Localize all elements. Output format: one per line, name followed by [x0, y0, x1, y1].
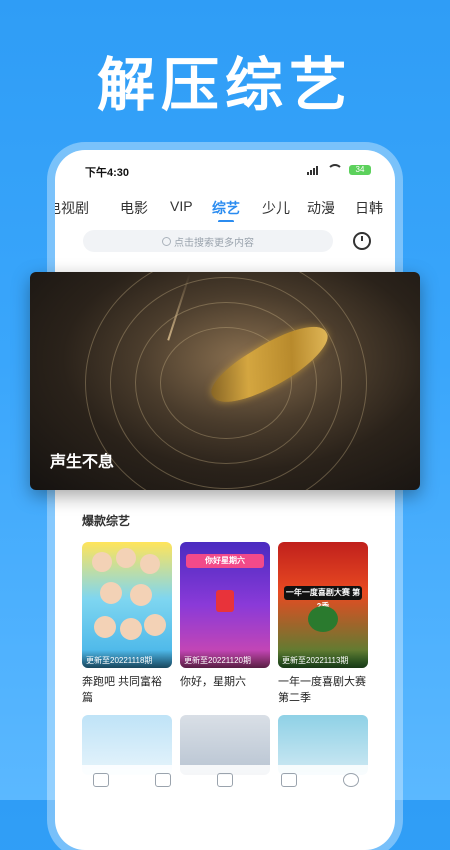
- status-time: 下午4:30: [85, 167, 130, 179]
- active-tab-indicator: [218, 220, 234, 222]
- wifi-icon: [327, 164, 343, 175]
- battery-icon: 34: [349, 164, 371, 175]
- bottom-nav: [55, 765, 395, 805]
- poster-image: 你好星期六 更新至20221120期: [180, 542, 270, 668]
- hero-banner[interactable]: 声生不息: [30, 272, 420, 490]
- poster-image: 一年一度喜剧大赛 第2季 更新至20221113期: [278, 542, 368, 668]
- tab-jk[interactable]: 日韩: [355, 198, 383, 218]
- card-title: 一年一度喜剧大赛 第二季: [278, 676, 366, 704]
- category-tabs: 电视剧 电影 VIP 综艺 少儿 动漫 日韩: [55, 198, 395, 222]
- poster-logo-text: 你好星期六: [186, 554, 264, 568]
- section-title: 爆款综艺: [82, 514, 131, 528]
- list-item[interactable]: 你好星期六 更新至20221120期 你好，星期六: [180, 542, 270, 690]
- tab-movie[interactable]: 电影: [120, 198, 148, 218]
- profile-icon[interactable]: [343, 773, 359, 787]
- history-icon[interactable]: [353, 232, 371, 250]
- search-placeholder: 点击搜索更多内容: [174, 237, 254, 249]
- tab-vip[interactable]: VIP: [170, 198, 193, 214]
- search-input[interactable]: 点击搜索更多内容: [83, 230, 333, 252]
- status-bar: 下午4:30 34: [55, 162, 395, 182]
- promo-headline: 解压综艺: [96, 53, 353, 118]
- card-title: 你好，星期六: [180, 676, 246, 688]
- tab-variety[interactable]: 综艺: [212, 198, 240, 218]
- update-label: 更新至20221120期: [180, 650, 270, 668]
- search-icon: [162, 236, 171, 246]
- phone-frame: 下午4:30 34 电视剧 电影 VIP 综艺 少儿 动漫 日韩 点击搜索更多内…: [55, 150, 395, 850]
- list-item[interactable]: 一年一度喜剧大赛 第2季 更新至20221113期 一年一度喜剧大赛 第二季: [278, 542, 368, 706]
- video-icon[interactable]: [155, 773, 171, 787]
- list-item[interactable]: 更新至20221118期 奔跑吧 共同富裕篇: [82, 542, 172, 706]
- update-label: 更新至20221118期: [82, 650, 172, 668]
- status-icons: 34: [307, 164, 371, 175]
- tab-kids[interactable]: 少儿: [262, 198, 290, 218]
- tab-anime[interactable]: 动漫: [307, 198, 335, 218]
- list-icon[interactable]: [281, 773, 297, 787]
- signal-icon: [307, 165, 321, 175]
- card-title: 奔跑吧 共同富裕篇: [82, 676, 163, 704]
- poster-image: 更新至20221118期: [82, 542, 172, 668]
- hero-title: 声生不息: [50, 454, 115, 471]
- tab-tv[interactable]: 电视剧: [55, 198, 89, 218]
- poster-logo-text: 一年一度喜剧大赛 第2季: [284, 586, 362, 611]
- vip-icon[interactable]: [217, 773, 233, 787]
- home-icon[interactable]: [93, 773, 109, 787]
- update-label: 更新至20221113期: [278, 650, 368, 668]
